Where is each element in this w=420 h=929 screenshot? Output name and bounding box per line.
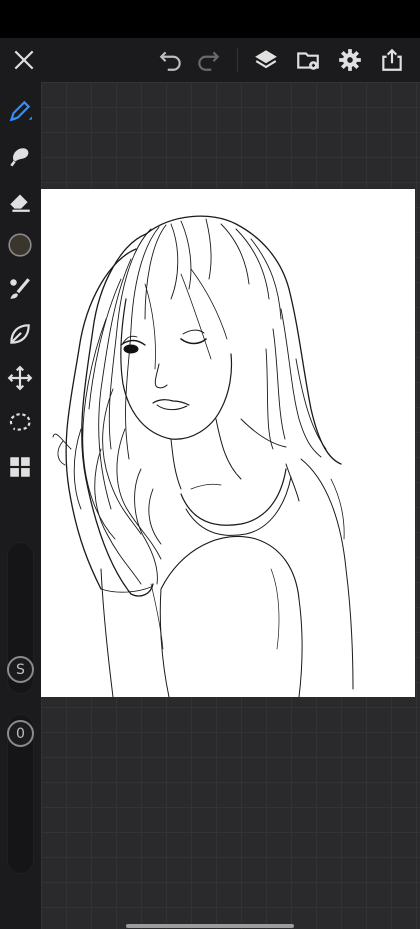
line-art-portrait (52, 215, 354, 697)
color-swatch (8, 233, 32, 257)
color-picker[interactable] (3, 228, 37, 262)
smudge-tool[interactable] (3, 139, 37, 173)
drawing-canvas[interactable] (41, 189, 415, 697)
smudge-icon (10, 148, 29, 167)
settings-gear-icon (339, 49, 361, 71)
opacity-value[interactable]: 0 (7, 720, 34, 747)
shape-tool[interactable] (3, 317, 37, 351)
transform-move-icon (7, 365, 33, 391)
brush-pen-icon (9, 100, 32, 122)
redo-button[interactable] (190, 42, 226, 78)
layers-icon (255, 50, 277, 69)
eraser-icon (10, 194, 30, 212)
close-button[interactable] (6, 42, 42, 78)
transform-tool[interactable] (3, 361, 37, 395)
grid-apps-icon (10, 457, 30, 477)
lasso-select-tool[interactable] (3, 405, 37, 439)
gallery-import-button[interactable] (290, 42, 326, 78)
apps-grid-tool[interactable] (3, 450, 37, 484)
brush-settings-tool[interactable] (3, 272, 37, 306)
home-indicator (126, 924, 294, 928)
undo-button[interactable] (153, 42, 189, 78)
undo-icon (159, 51, 181, 71)
top-bar (0, 38, 420, 82)
lasso-select-icon (9, 413, 31, 431)
share-export-button[interactable] (374, 42, 410, 78)
status-bar (0, 0, 420, 38)
share-export-icon (382, 48, 402, 71)
settings-button[interactable] (332, 42, 368, 78)
close-icon (14, 50, 34, 70)
redo-icon (198, 51, 220, 71)
eraser-tool[interactable] (3, 184, 37, 218)
brush-size-value[interactable]: S (7, 656, 34, 683)
layers-button[interactable] (248, 42, 284, 78)
toolbar-divider (237, 48, 238, 72)
left-toolbar: S 0 (0, 82, 41, 929)
brush-settings-icon (10, 278, 30, 299)
brush-tool[interactable] (3, 94, 37, 128)
gallery-import-icon (297, 52, 319, 70)
shape-leaf-icon (10, 324, 30, 344)
